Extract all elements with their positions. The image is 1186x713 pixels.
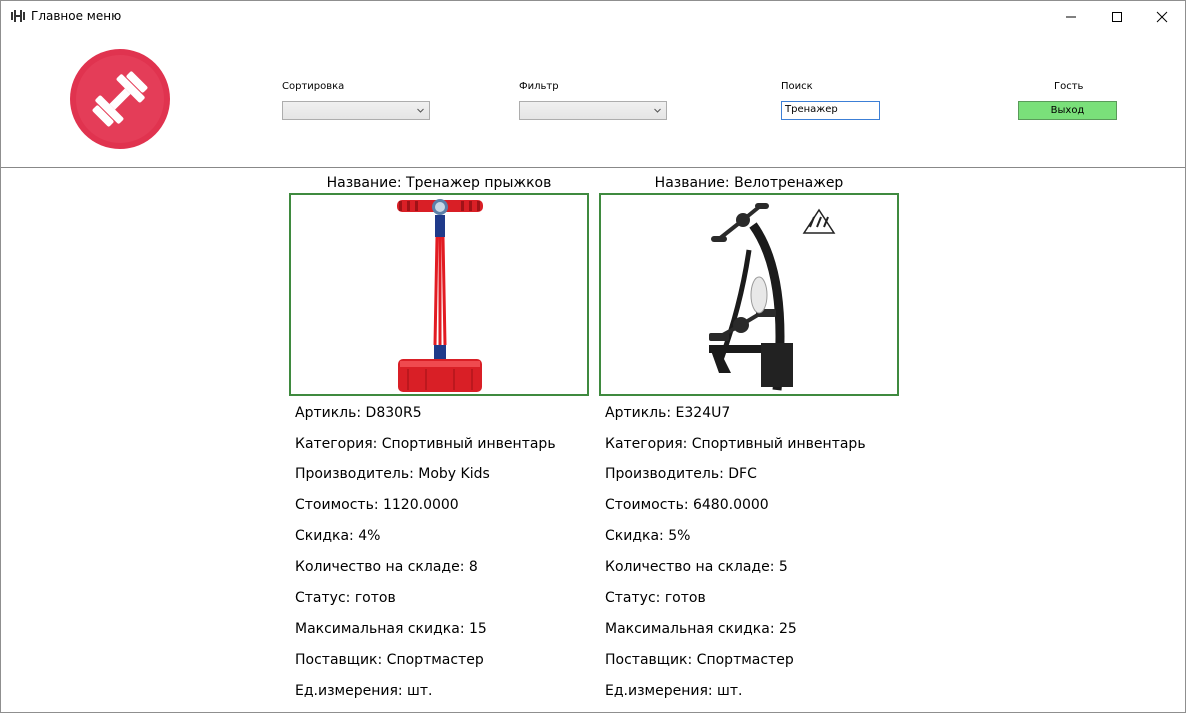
pogo-jumper-image: [397, 199, 483, 392]
product-discount: Скидка: 4%: [295, 528, 381, 544]
product-price: Стоимость: 1120.0000: [295, 497, 459, 513]
product-category: Категория: Спортивный инвентарь: [605, 436, 866, 452]
header-panel: Сортировка Фильтр Поиск Тренажер Гость В…: [1, 32, 1185, 168]
maximize-icon: [1112, 11, 1122, 22]
product-unit: Ед.измерения: шт.: [605, 683, 743, 699]
product-price: Стоимость: 6480.0000: [605, 497, 769, 513]
filter-dropdown-value: [520, 109, 523, 120]
maximize-button[interactable]: [1094, 1, 1140, 32]
product-manufacturer: Производитель: Moby Kids: [295, 466, 490, 482]
product-unit: Ед.измерения: шт.: [295, 683, 433, 699]
product-image-frame: [599, 193, 899, 396]
product-supplier: Поставщик: Спортмастер: [605, 652, 794, 668]
close-button[interactable]: [1139, 1, 1185, 32]
product-status: Статус: готов: [295, 590, 396, 606]
product-article: Артикль: E324U7: [605, 405, 731, 421]
product-discount: Скидка: 5%: [605, 528, 691, 544]
title-bar: Главное меню: [1, 1, 1185, 32]
exercise-bike-image: [709, 203, 836, 391]
dumbbell-icon: [11, 10, 25, 22]
product-article: Артикль: D830R5: [295, 405, 422, 421]
product-title: Название: Велотренажер: [654, 175, 844, 191]
search-label: Поиск: [781, 81, 813, 92]
sort-dropdown-value: [283, 109, 286, 120]
sort-label: Сортировка: [282, 81, 345, 92]
filter-label: Фильтр: [519, 81, 559, 92]
search-input[interactable]: Тренажер: [781, 101, 880, 120]
window-title: Главное меню: [31, 9, 122, 23]
product-category: Категория: Спортивный инвентарь: [295, 436, 556, 452]
app-logo: [70, 49, 170, 149]
chevron-down-icon: [417, 108, 424, 113]
filter-dropdown[interactable]: [519, 101, 667, 120]
exit-button[interactable]: Выход: [1018, 101, 1117, 120]
product-status: Статус: готов: [605, 590, 706, 606]
chevron-down-icon: [654, 108, 661, 113]
minimize-icon: [1066, 16, 1076, 17]
sort-dropdown[interactable]: [282, 101, 430, 120]
product-title: Название: Тренажер прыжков: [326, 175, 552, 191]
main-window: Главное меню Сортировка Фильтр Поиск Тре…: [0, 0, 1186, 713]
minimize-button[interactable]: [1048, 1, 1094, 32]
product-manufacturer: Производитель: DFC: [605, 466, 757, 482]
product-stock: Количество на складе: 5: [605, 559, 788, 575]
product-supplier: Поставщик: Спортмастер: [295, 652, 484, 668]
product-max-discount: Максимальная скидка: 15: [295, 621, 487, 637]
close-icon: [1156, 11, 1168, 22]
product-image-frame: [289, 193, 589, 396]
product-max-discount: Максимальная скидка: 25: [605, 621, 797, 637]
user-label: Гость: [1054, 81, 1084, 92]
product-stock: Количество на складе: 8: [295, 559, 478, 575]
